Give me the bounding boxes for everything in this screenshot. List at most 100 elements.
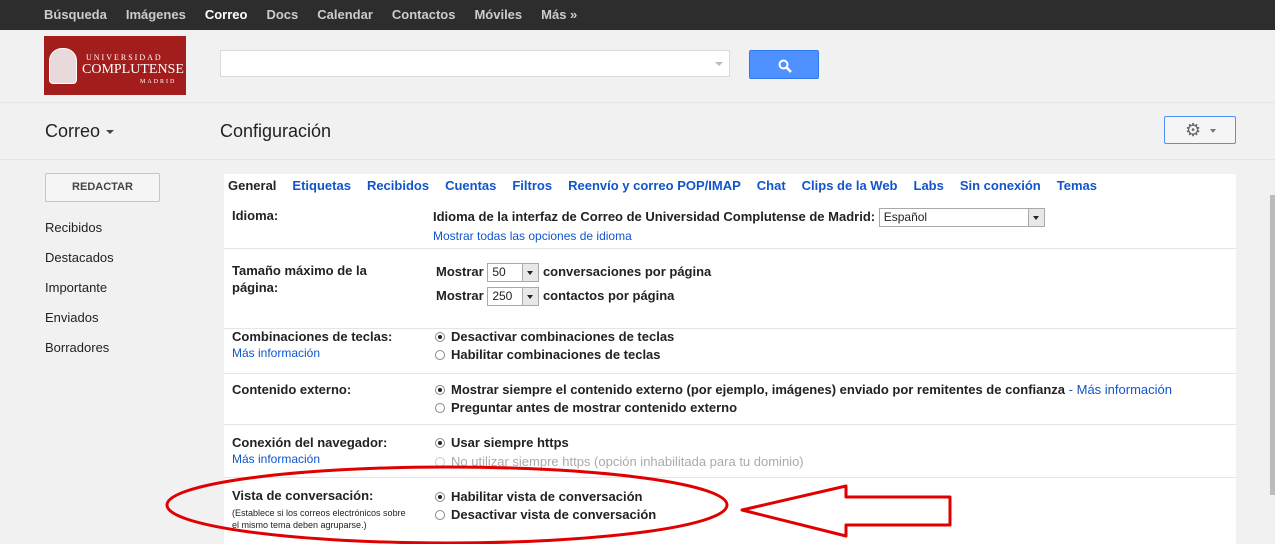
top-nav: Búsqueda Imágenes Correo Docs Calendar C… — [44, 0, 596, 30]
conversation-note-line2: el mismo tema deben agruparse.) — [232, 520, 367, 530]
tab-recibidos[interactable]: Recibidos — [367, 174, 429, 198]
settings-gear-button[interactable]: ⚙ — [1164, 116, 1236, 144]
conversation-enable-option[interactable]: Habilitar vista de conversación — [435, 489, 642, 504]
header: UNIVERSIDAD COMPLUTENSE MADRID — [0, 30, 1275, 103]
topnav-calendar[interactable]: Calendar — [317, 0, 373, 30]
subheader: Correo Configuración ⚙ — [0, 103, 1275, 160]
external-content-label: Contenido externo: — [232, 382, 352, 397]
conversations-per-page-select[interactable]: 50 — [487, 263, 540, 282]
compose-button[interactable]: REDACTAR — [45, 173, 160, 202]
conversation-view-label: Vista de conversación: — [232, 488, 374, 503]
topnav-correo[interactable]: Correo — [205, 0, 248, 30]
external-sep: - — [1065, 382, 1077, 397]
tab-general[interactable]: General — [228, 174, 276, 198]
radio-unselected[interactable] — [435, 350, 445, 360]
setting-row-page-size: Tamaño máximo de la página: Mostrar 50 c… — [224, 256, 1236, 329]
topnav-docs[interactable]: Docs — [266, 0, 298, 30]
search-input[interactable] — [220, 50, 730, 77]
tab-clips[interactable]: Clips de la Web — [802, 174, 898, 198]
chevron-down-icon — [1210, 129, 1216, 133]
topnav-mas[interactable]: Más » — [541, 0, 577, 30]
contacts-per-page-select[interactable]: 250 — [487, 287, 540, 306]
setting-row-conversation-view: Vista de conversación: (Establece si los… — [224, 478, 1236, 544]
folder-borradores[interactable]: Borradores — [45, 339, 114, 369]
radio-selected[interactable] — [435, 332, 445, 342]
app-switcher[interactable]: Correo — [45, 121, 115, 142]
university-seal-icon — [49, 48, 77, 84]
language-select-value: Español — [883, 210, 928, 224]
topnav-busqueda[interactable]: Búsqueda — [44, 0, 107, 30]
search-icon — [778, 59, 792, 73]
language-select[interactable]: Español — [878, 208, 1045, 227]
show-label: Mostrar — [436, 287, 484, 303]
folder-enviados[interactable]: Enviados — [45, 309, 114, 339]
tab-reenvio[interactable]: Reenvío y correo POP/IMAP — [568, 174, 741, 198]
https-always-label: Usar siempre https — [451, 435, 569, 450]
topnav-contactos[interactable]: Contactos — [392, 0, 456, 30]
logo-line2: COMPLUTENSE — [82, 62, 184, 77]
search-options-chevron-down-icon[interactable] — [715, 62, 723, 66]
radio-selected[interactable] — [435, 492, 445, 502]
tab-filtros[interactable]: Filtros — [512, 174, 552, 198]
folder-destacados[interactable]: Destacados — [45, 249, 114, 279]
chevron-down-icon — [106, 130, 115, 135]
university-logo[interactable]: UNIVERSIDAD COMPLUTENSE MADRID — [44, 36, 186, 95]
topnav-moviles[interactable]: Móviles — [474, 0, 522, 30]
scrollbar[interactable] — [1270, 195, 1275, 495]
contacts-per-page-value: 250 — [492, 289, 513, 303]
contacts-per-page: Mostrar 250 contactos por página — [436, 287, 674, 306]
folder-list: Recibidos Destacados Importante Enviados… — [45, 219, 114, 369]
page-size-label-line2: página: — [232, 280, 279, 295]
folder-importante[interactable]: Importante — [45, 279, 114, 309]
setting-row-language: Idioma: Idioma de la interfaz de Correo … — [224, 198, 1236, 249]
setting-row-browser-connection: Conexión del navegador: Más información … — [224, 425, 1236, 478]
shortcuts-off-label: Desactivar combinaciones de teclas — [451, 329, 675, 344]
tab-labs[interactable]: Labs — [914, 174, 944, 198]
external-ask-option[interactable]: Preguntar antes de mostrar contenido ext… — [435, 400, 737, 415]
show-label: Mostrar — [436, 263, 484, 279]
external-help-link[interactable]: Más información — [1077, 382, 1172, 397]
conversation-disable-label: Desactivar vista de conversación — [451, 507, 657, 522]
conversations-per-page: Mostrar 50 conversaciones por página — [436, 263, 711, 282]
conversations-per-page-text: conversaciones por página — [542, 263, 712, 279]
top-bar: Búsqueda Imágenes Correo Docs Calendar C… — [0, 0, 1275, 30]
setting-row-shortcuts: Combinaciones de teclas: Más información… — [224, 329, 1236, 374]
browser-connection-label: Conexión del navegador: — [232, 435, 388, 450]
tab-etiquetas[interactable]: Etiquetas — [292, 174, 351, 198]
radio-unselected[interactable] — [435, 403, 445, 413]
https-not-always-option: No utilizar siempre https (opción inhabi… — [435, 454, 804, 469]
topnav-imagenes[interactable]: Imágenes — [126, 0, 186, 30]
radio-disabled — [435, 457, 445, 467]
shortcuts-on-label: Habilitar combinaciones de teclas — [451, 347, 661, 362]
radio-unselected[interactable] — [435, 510, 445, 520]
tab-chat[interactable]: Chat — [757, 174, 786, 198]
settings-panel: General Etiquetas Recibidos Cuentas Filt… — [224, 174, 1236, 544]
logo-line3: MADRID — [140, 79, 177, 85]
contacts-per-page-text: contactos por página — [542, 287, 675, 303]
tab-sin-conexion[interactable]: Sin conexión — [960, 174, 1041, 198]
app-switcher-label: Correo — [45, 121, 101, 141]
settings-tabs: General Etiquetas Recibidos Cuentas Filt… — [224, 174, 1113, 198]
shortcuts-help-link[interactable]: Más información — [232, 346, 320, 360]
radio-selected[interactable] — [435, 438, 445, 448]
conversation-disable-option[interactable]: Desactivar vista de conversación — [435, 507, 656, 522]
search-button[interactable] — [749, 50, 819, 79]
language-options-link[interactable]: Mostrar todas las opciones de idioma — [433, 229, 632, 243]
shortcuts-off-option[interactable]: Desactivar combinaciones de teclas — [435, 329, 674, 344]
https-always-option[interactable]: Usar siempre https — [435, 435, 569, 450]
external-always-option[interactable]: Mostrar siempre el contenido externo (po… — [435, 382, 1172, 397]
shortcuts-on-option[interactable]: Habilitar combinaciones de teclas — [435, 347, 661, 362]
gear-icon: ⚙ — [1185, 120, 1202, 140]
language-desc: Idioma de la interfaz de Correo de Unive… — [433, 208, 876, 224]
browser-help-link[interactable]: Más información — [232, 452, 320, 466]
language-options-link-text: Mostrar todas las opciones de idioma — [433, 229, 632, 243]
tab-cuentas[interactable]: Cuentas — [445, 174, 496, 198]
external-always-label: Mostrar siempre el contenido externo (po… — [451, 382, 1066, 397]
tab-temas[interactable]: Temas — [1057, 174, 1097, 198]
folder-recibidos[interactable]: Recibidos — [45, 219, 114, 249]
conversation-enable-label: Habilitar vista de conversación — [451, 489, 643, 504]
conversation-note-line1: (Establece si los correos electrónicos s… — [232, 508, 406, 518]
radio-selected[interactable] — [435, 385, 445, 395]
page-size-label-line1: Tamaño máximo de la — [232, 263, 367, 278]
chevron-down-icon — [522, 288, 539, 305]
